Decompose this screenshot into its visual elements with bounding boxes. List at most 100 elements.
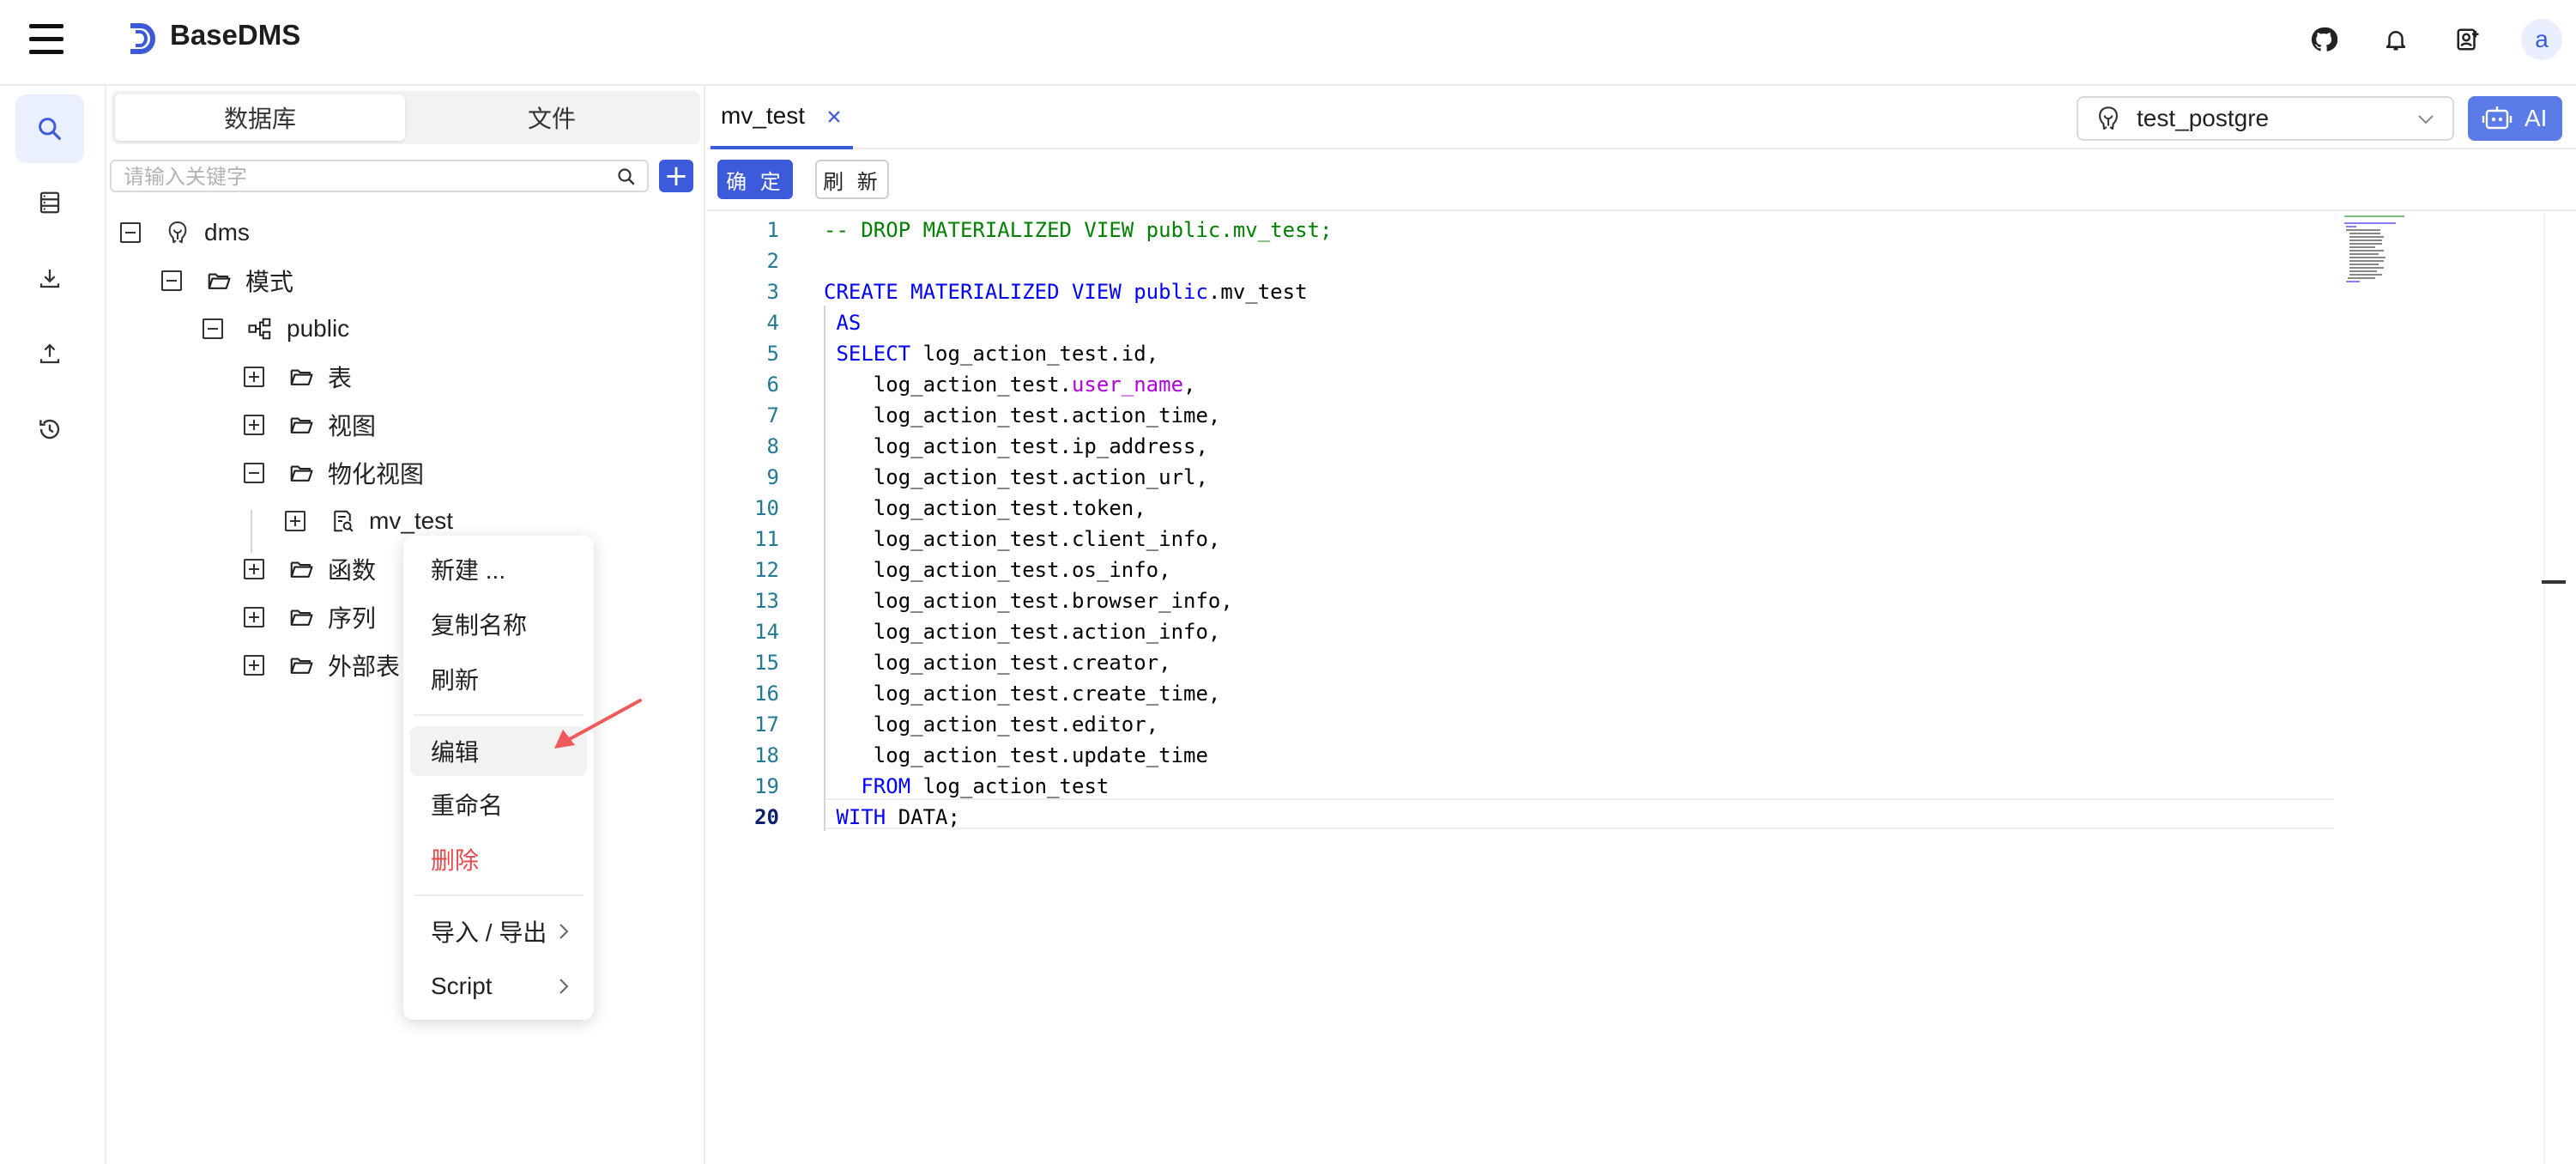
code-line[interactable]: 18 log_action_test.update_time [707,740,2337,771]
code-text: -- DROP MATERIALIZED VIEW public.mv_test… [824,215,1332,246]
code-line[interactable]: 9 log_action_test.action_url, [707,462,2337,493]
code-line[interactable]: 16 log_action_test.create_time, [707,678,2337,709]
segment-files[interactable]: 文件 [407,94,697,141]
sql-editor[interactable]: 1 -- DROP MATERIALIZED VIEW public.mv_tes… [707,213,2576,1164]
tree-node-sequences[interactable]: 序列 [244,596,376,639]
context-menu: 新建 ... 复制名称 刷新 编辑 重命名 删除 导入 / 导出 Script [403,536,594,1020]
add-connection-button[interactable]: + [659,160,693,192]
bell-icon[interactable] [2379,22,2413,57]
annotation-arrow-icon [554,699,642,749]
tree-node-foreign-tables[interactable]: 外部表 [244,644,400,687]
code-line[interactable]: 19 FROM log_action_test [707,771,2337,802]
collapse-icon[interactable] [120,222,141,243]
menu-item-new[interactable]: 新建 ... [410,544,587,594]
close-icon[interactable] [825,108,843,125]
code-line[interactable]: 5 SELECT log_action_test.id, [707,338,2337,369]
code-line[interactable]: 11 log_action_test.client_info, [707,524,2337,555]
code-line[interactable]: 13 log_action_test.browser_info, [707,585,2337,616]
line-number: 8 [766,434,779,458]
confirm-button[interactable]: 确 定 [717,160,793,199]
download-icon[interactable] [15,244,84,312]
expand-icon[interactable] [244,559,264,579]
code-token: log_action_test.token, [824,496,1146,520]
line-number: 2 [766,249,779,273]
search-icon[interactable] [616,167,637,187]
ai-button-label: AI [2525,105,2548,131]
expand-icon[interactable] [244,607,264,627]
tree-node-public[interactable]: public [203,307,349,350]
tree-node-dms[interactable]: dms [120,211,250,254]
code-line[interactable]: 10 log_action_test.token, [707,493,2337,524]
expand-icon[interactable] [285,511,305,531]
expand-icon[interactable] [244,367,264,387]
editor-tabs: mv_test test_postgre AI [707,86,2576,149]
code-line[interactable]: 17 log_action_test.editor, [707,709,2337,740]
menu-item-copy-name[interactable]: 复制名称 [410,599,587,649]
database-selector[interactable]: test_postgre [2077,96,2454,141]
code-token: CREATE MATERIALIZED VIEW public [824,280,1208,304]
expand-icon[interactable] [244,415,264,435]
code-line[interactable]: 14 log_action_test.action_info, [707,616,2337,647]
github-icon[interactable] [2307,22,2341,57]
code-line[interactable]: 4 AS [707,307,2337,338]
code-line[interactable]: 2 [707,246,2337,276]
code-line[interactable]: 3 CREATE MATERIALIZED VIEW public.mv_test [707,276,2337,307]
menu-divider [414,894,584,896]
code-token: WITH [824,805,886,829]
folder-open-icon [287,651,316,680]
collapse-icon[interactable] [203,318,223,339]
tree-node-functions[interactable]: 函数 [244,548,376,591]
code-text: log_action_test.client_info, [824,524,1221,555]
tree-node-views[interactable]: 视图 [244,403,376,446]
folder-open-icon [287,458,316,488]
menu-item-rename[interactable]: 重命名 [410,779,587,829]
sidebar-segmented-control: 数据库 文件 [112,91,700,144]
collapse-icon[interactable] [244,463,264,483]
expand-icon[interactable] [244,655,264,676]
code-token: log_action_test [910,774,1110,798]
brand-name: BaseDMS [170,19,301,51]
code-token: log_action_test.id, [910,342,1159,366]
code-line[interactable]: 1 -- DROP MATERIALIZED VIEW public.mv_tes… [707,215,2337,246]
code-token: log_action_test.action_info, [824,620,1221,644]
folder-open-icon [287,555,316,584]
tree-node-materialized-views[interactable]: 物化视图 [244,452,424,494]
segment-database[interactable]: 数据库 [115,94,405,141]
upload-icon[interactable] [15,319,84,388]
code-token: log_action_test.browser_info, [824,589,1233,613]
tree-node-schemas[interactable]: 模式 [161,259,293,302]
avatar[interactable]: a [2521,19,2562,60]
ai-button[interactable]: AI [2468,96,2562,141]
code-token: log_action_test.editor, [824,712,1159,737]
line-number: 10 [754,496,779,520]
code-text: log_action_test.action_url, [824,462,1208,493]
folder-open-icon [287,410,316,440]
tab-mv-test[interactable]: mv_test [711,86,853,149]
search-input[interactable] [124,164,604,190]
code-line[interactable]: 8 log_action_test.ip_address, [707,431,2337,462]
folder-open-icon [204,266,233,295]
code-line[interactable]: 15 log_action_test.creator, [707,647,2337,678]
menu-item-script[interactable]: Script [410,961,587,1011]
tree-node-label: 视图 [328,413,377,440]
search-icon[interactable] [15,94,84,163]
scroll-position-marker[interactable] [2542,580,2566,584]
refresh-button[interactable]: 刷 新 [815,160,889,199]
code-token: log_action_test.os_info, [824,558,1171,582]
tree-node-tables[interactable]: 表 [244,355,352,398]
code-line[interactable]: 12 log_action_test.os_info, [707,555,2337,585]
history-icon[interactable] [15,395,84,464]
database-icon[interactable] [15,168,84,237]
menu-item-delete[interactable]: 删除 [410,834,587,884]
code-token: .mv_test [1207,280,1308,304]
menu-item-import-export[interactable]: 导入 / 导出 [410,906,587,956]
code-line[interactable]: 7 log_action_test.action_time, [707,400,2337,431]
collapse-icon[interactable] [161,270,182,291]
line-number: 19 [754,774,779,798]
minimap[interactable] [2341,213,2418,299]
menu-icon[interactable] [29,24,63,55]
line-number: 16 [754,682,779,706]
code-line[interactable]: 6 log_action_test.user_name, [707,369,2337,400]
code-line[interactable]: 20 WITH DATA; [707,802,2337,833]
user-add-icon[interactable] [2451,22,2485,57]
